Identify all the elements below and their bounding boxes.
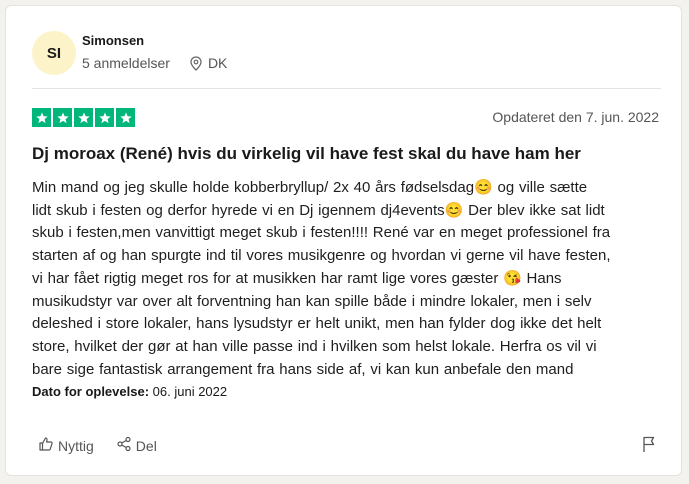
review-body-line: vi har fået rigtig meget ros for at musi… bbox=[32, 269, 562, 287]
star-icon bbox=[32, 108, 51, 127]
review-body-line: skub i festen,men vanvittigt meget skub … bbox=[32, 224, 611, 242]
review-body-line: musikudstyr var over alt forventning han… bbox=[32, 292, 592, 310]
location-pin-icon bbox=[190, 55, 202, 71]
star-icon bbox=[95, 108, 114, 127]
reviewer-meta: 5 anmeldelser DK bbox=[82, 55, 227, 71]
share-button[interactable]: Del bbox=[116, 436, 157, 455]
review-title[interactable]: Dj moroax (René) hvis du virkelig vil ha… bbox=[32, 144, 672, 164]
review-actions: Nyttig Del bbox=[38, 436, 179, 455]
review-body-line: lidt skub i festen og derfor hyrede vi e… bbox=[32, 201, 605, 219]
review-card: SI Simonsen 5 anmeldelser DK Opdateret d… bbox=[5, 5, 682, 476]
helpful-button[interactable]: Nyttig bbox=[38, 436, 94, 455]
avatar[interactable]: SI bbox=[32, 31, 76, 75]
thumbs-up-icon bbox=[38, 436, 54, 455]
star-rating bbox=[32, 108, 135, 127]
experience-date-label: Dato for oplevelse: bbox=[32, 384, 150, 399]
review-body-line: Min mand og jeg skulle holde kobberbryll… bbox=[32, 179, 588, 196]
experience-date: Dato for oplevelse: 06. juni 2022 bbox=[32, 384, 227, 399]
review-body-line: deleshed i store lokaler, hans lysudstyr… bbox=[32, 315, 602, 333]
helpful-label: Nyttig bbox=[58, 437, 94, 454]
share-label: Del bbox=[135, 437, 157, 454]
review-body-line: store, hvilket der gør at han ville pass… bbox=[32, 337, 597, 355]
updated-date: Opdateret den 7. jun. 2022 bbox=[492, 109, 659, 125]
review-body-line: bare sige fantastisk arrangement fra han… bbox=[32, 360, 574, 378]
review-count: 5 anmeldelser bbox=[82, 55, 170, 71]
experience-date-value: 06. juni 2022 bbox=[152, 384, 228, 399]
review-body-line: starten af og han spurgte ind til vores … bbox=[32, 247, 611, 265]
share-icon bbox=[116, 436, 132, 455]
divider bbox=[32, 88, 661, 89]
star-icon bbox=[74, 108, 93, 127]
reviewer-name[interactable]: Simonsen bbox=[82, 33, 144, 48]
star-icon bbox=[116, 108, 135, 127]
star-icon bbox=[53, 108, 72, 127]
review-body: Min mand og jeg skulle holde kobberbryll… bbox=[32, 177, 662, 381]
reviewer-country: DK bbox=[207, 55, 228, 71]
flag-icon[interactable] bbox=[641, 435, 657, 458]
